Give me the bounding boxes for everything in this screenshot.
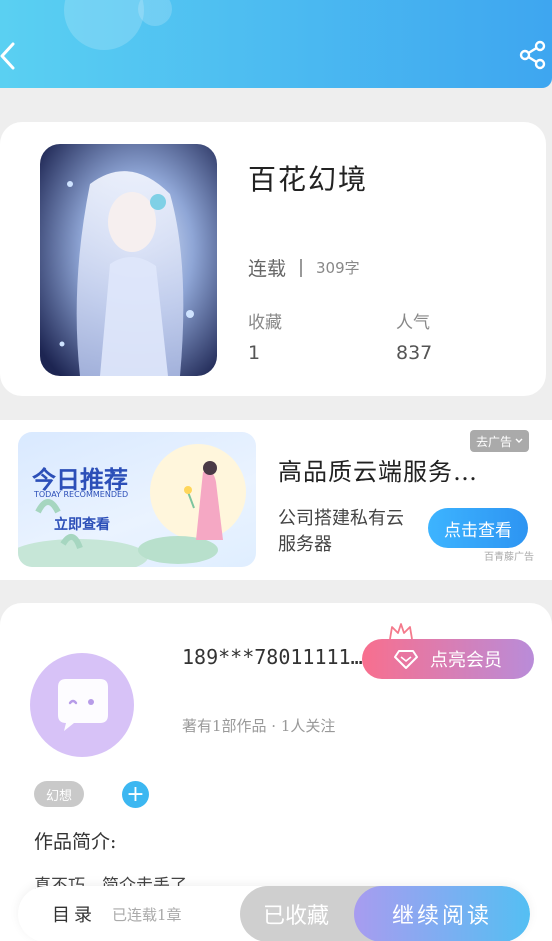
ad-source: 百青藤广告 bbox=[484, 552, 534, 563]
ad-banner-subtitle: TODAY RECOMMENDED bbox=[34, 490, 129, 499]
ad-section: 今日推荐 TODAY RECOMMENDED 立即查看 高品质云端服务… 公司搭… bbox=[0, 420, 552, 580]
bottom-action-bar: 目录 已连载1章 已收藏 继续阅读 bbox=[18, 886, 530, 941]
avatar[interactable] bbox=[30, 653, 134, 757]
favorites-value: 1 bbox=[248, 342, 261, 364]
top-header bbox=[0, 0, 552, 88]
book-info-card: 百花幻境 连载 309字 收藏 1 人气 837 bbox=[0, 122, 546, 396]
book-cover[interactable] bbox=[40, 144, 217, 376]
add-tag-button[interactable]: + bbox=[122, 781, 149, 808]
author-meta: 著有1部作品 · 1人关注 bbox=[182, 717, 336, 735]
ad-banner-illustration bbox=[18, 444, 246, 567]
ad-cta-button[interactable]: 点击查看 bbox=[428, 508, 528, 548]
chevron-down-icon bbox=[515, 438, 523, 443]
ad-description: 公司搭建私有云服务器 bbox=[278, 508, 404, 555]
chevron-left-icon bbox=[0, 42, 15, 70]
book-status-row: 连载 309字 bbox=[248, 254, 360, 281]
share-button[interactable] bbox=[518, 40, 548, 70]
serial-status: 连载 bbox=[248, 258, 287, 280]
favorited-label: 已收藏 bbox=[262, 904, 329, 929]
cover-illustration bbox=[40, 144, 217, 376]
favorites-label: 收藏 bbox=[248, 313, 282, 333]
intro-label: 作品简介: bbox=[34, 831, 117, 853]
genre-tag[interactable]: 幻想 bbox=[34, 781, 85, 807]
divider bbox=[300, 258, 303, 277]
word-count: 309字 bbox=[316, 259, 360, 277]
book-title: 百花幻境 bbox=[248, 163, 369, 196]
author-name[interactable]: 189***78011111… bbox=[182, 645, 363, 669]
table-of-contents-button[interactable]: 目录 已连载1章 bbox=[52, 886, 182, 941]
chat-bubble-icon bbox=[58, 679, 108, 731]
chapter-count: 已连载1章 bbox=[112, 905, 182, 924]
back-button[interactable] bbox=[0, 36, 24, 76]
vip-button[interactable]: 点亮会员 bbox=[362, 639, 534, 679]
share-icon bbox=[519, 40, 546, 70]
remove-ad-label: 去广告 bbox=[476, 434, 513, 449]
ad-banner-button: 立即查看 bbox=[54, 517, 110, 533]
continue-reading-button[interactable]: 继续阅读 bbox=[354, 886, 530, 941]
vip-button-label: 点亮会员 bbox=[430, 650, 502, 671]
toc-label: 目录 bbox=[52, 905, 96, 926]
popularity-label: 人气 bbox=[396, 313, 430, 333]
popularity-value: 837 bbox=[396, 342, 433, 364]
decorative-bubble bbox=[138, 0, 172, 26]
diamond-icon bbox=[394, 650, 418, 669]
decorative-bubble bbox=[64, 0, 144, 50]
ad-title[interactable]: 高品质云端服务… bbox=[278, 452, 478, 487]
ad-banner-image[interactable]: 今日推荐 TODAY RECOMMENDED 立即查看 bbox=[18, 432, 256, 567]
remove-ad-tag[interactable]: 去广告 bbox=[470, 430, 530, 452]
